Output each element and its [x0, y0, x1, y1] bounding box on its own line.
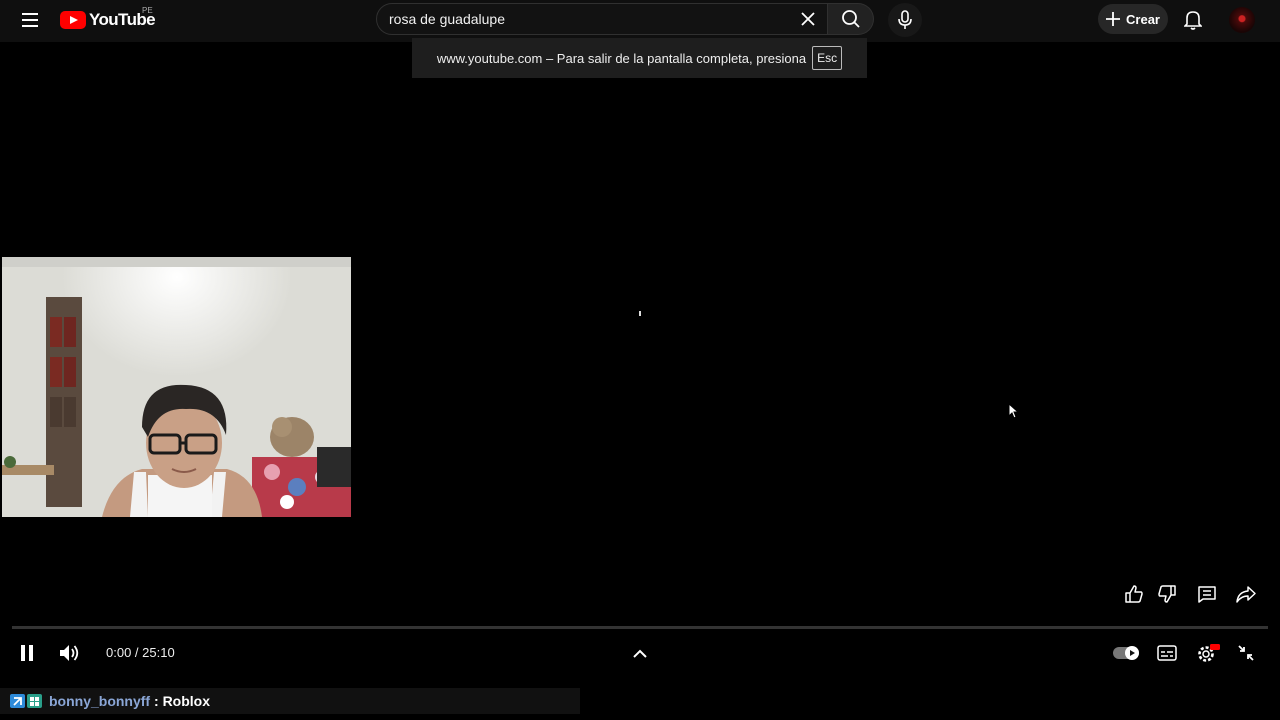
like-button[interactable]	[1120, 580, 1148, 608]
settings-button[interactable]	[1194, 641, 1222, 665]
account-avatar[interactable]	[1229, 7, 1255, 33]
chat-message: Roblox	[162, 693, 211, 709]
create-label: Crear	[1126, 11, 1160, 27]
share-button[interactable]	[1232, 580, 1260, 608]
chat-username: bonny_bonnyff	[49, 693, 151, 709]
country-code: PE	[142, 6, 153, 15]
share-icon	[1236, 586, 1256, 603]
autoplay-toggle[interactable]	[1112, 643, 1142, 663]
microphone-icon	[898, 10, 912, 29]
thumbs-up-icon	[1125, 585, 1143, 603]
chapters-expand-button[interactable]	[628, 643, 652, 663]
bell-icon	[1184, 11, 1202, 30]
mouse-cursor-icon	[1008, 403, 1020, 419]
plus-icon	[1106, 12, 1121, 26]
volume-button[interactable]	[56, 641, 84, 665]
menu-icon	[22, 13, 38, 27]
comment-icon	[1198, 586, 1216, 603]
pause-icon	[21, 645, 33, 661]
fullscreen-notice-text: www.youtube.com – Para salir de la panta…	[436, 50, 807, 66]
create-button[interactable]: Crear	[1098, 4, 1168, 34]
notifications-button[interactable]	[1180, 7, 1206, 33]
badge-icon	[27, 694, 42, 708]
exit-fullscreen-button[interactable]	[1234, 641, 1258, 665]
webcam-scene	[2, 257, 351, 517]
time-display: 0:00 / 25:10	[106, 645, 175, 661]
gear-icon	[1198, 644, 1220, 662]
loading-indicator	[639, 311, 641, 316]
clear-search-button[interactable]	[798, 9, 818, 29]
fullscreen-action-bar	[1120, 580, 1270, 608]
video-frame	[2, 257, 351, 517]
pause-button[interactable]	[14, 641, 40, 665]
subtitles-icon	[1157, 645, 1177, 661]
stream-chat-overlay: bonny_bonnyff : Roblox	[0, 688, 580, 714]
time-separator: /	[131, 645, 143, 660]
search-input[interactable]	[389, 4, 789, 34]
thumbs-down-icon	[1158, 585, 1176, 603]
search-icon	[841, 10, 860, 28]
menu-button[interactable]	[18, 8, 42, 32]
autoplay-toggle-icon	[1113, 646, 1139, 660]
esc-key-badge: Esc	[812, 46, 843, 70]
search-box	[376, 3, 828, 35]
current-time: 0:00	[106, 645, 132, 660]
fullscreen-exit-notice: www.youtube.com – Para salir de la panta…	[412, 38, 867, 78]
chat-separator: :	[150, 693, 163, 709]
duration: 25:10	[142, 645, 175, 660]
dislike-button[interactable]	[1153, 580, 1181, 608]
search-button[interactable]	[828, 3, 874, 35]
voice-search-button[interactable]	[888, 3, 922, 37]
badge-icon	[10, 694, 25, 708]
volume-icon	[60, 645, 79, 661]
close-icon	[801, 12, 815, 26]
youtube-logo[interactable]: YouTube	[60, 8, 156, 32]
masthead: YouTube PE Crear	[0, 0, 1280, 42]
exit-fullscreen-icon	[1238, 645, 1254, 661]
comments-button[interactable]	[1193, 580, 1221, 608]
subtitles-button[interactable]	[1154, 642, 1180, 664]
chat-badges	[10, 694, 43, 708]
youtube-play-icon	[60, 11, 86, 29]
progress-bar[interactable]	[12, 626, 1268, 629]
chevron-up-icon	[633, 649, 647, 658]
